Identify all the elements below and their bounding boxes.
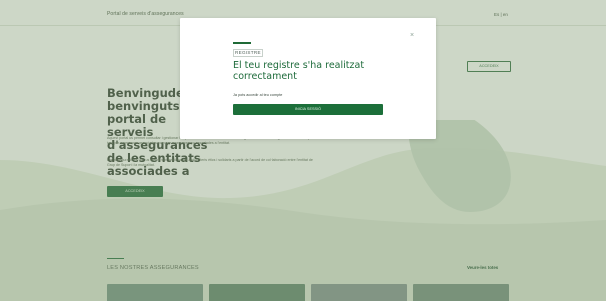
modal-kicker: REGISTRE — [233, 49, 263, 57]
modal-description: Ja pots accedir al teu compte — [233, 93, 283, 97]
modal-accent-line — [233, 42, 251, 44]
close-icon[interactable]: × — [408, 32, 416, 40]
page-background: Portal de serveis d'assegurances Es | en… — [0, 0, 606, 301]
registration-success-modal: × REGISTRE El teu registre s'ha realitza… — [180, 18, 436, 139]
login-button[interactable]: INICIA SESSIÓ — [233, 104, 383, 115]
modal-title: El teu registre s'ha realitzat correctam… — [233, 60, 365, 82]
